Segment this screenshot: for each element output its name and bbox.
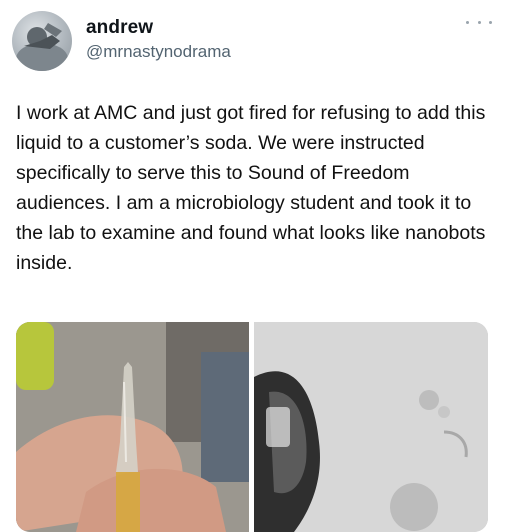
dot bbox=[477, 20, 481, 24]
user-handle[interactable]: @mrnastynodrama bbox=[86, 42, 231, 62]
dot bbox=[466, 20, 469, 24]
photo-microscope-view[interactable] bbox=[254, 322, 488, 532]
media-grid bbox=[16, 322, 488, 532]
more-options-icon[interactable] bbox=[466, 14, 492, 30]
display-name[interactable]: andrew bbox=[86, 17, 153, 39]
tweet-text: I work at AMC and just got fired for ref… bbox=[16, 102, 486, 274]
avatar[interactable] bbox=[12, 11, 72, 71]
dot bbox=[489, 20, 492, 24]
photo-vial-in-hand[interactable] bbox=[16, 322, 249, 532]
tweet-card: andrew @mrnastynodrama I work at AMC and… bbox=[0, 0, 507, 532]
